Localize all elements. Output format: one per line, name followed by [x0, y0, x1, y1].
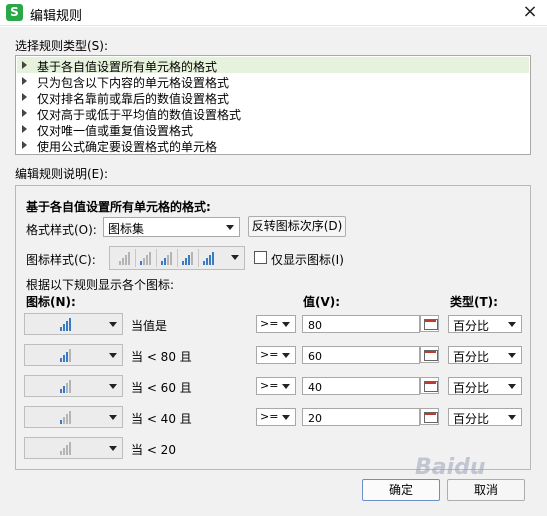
operator-select[interactable]: >=: [256, 346, 296, 364]
chevron-down-icon: [508, 322, 516, 327]
icon-select[interactable]: [24, 375, 123, 397]
icon-style-label: 图标样式(C):: [26, 253, 96, 267]
chevron-down-icon: [282, 353, 290, 358]
signal-bars-icon: [60, 411, 72, 424]
expand-arrow-icon: [22, 125, 27, 133]
cell-reference-icon[interactable]: [420, 346, 439, 363]
signal-bars-icon: [140, 252, 152, 265]
chevron-down-icon: [508, 384, 516, 389]
signal-bars-icon: [60, 349, 72, 362]
chevron-down-icon: [109, 384, 117, 389]
rule-type-item[interactable]: 仅对高于或低于平均值的数值设置格式: [17, 105, 529, 122]
show-icon-only-checkbox[interactable]: [254, 251, 267, 264]
condition-text: 当 < 20: [131, 443, 176, 457]
show-icon-only-label: 仅显示图标(I): [271, 253, 344, 267]
condition-text: 当 < 80 且: [131, 350, 192, 364]
type-select[interactable]: 百分比: [448, 346, 522, 364]
signal-bars-icon: [60, 442, 72, 455]
icon-select[interactable]: [24, 313, 123, 335]
watermark-logo: Baidu: [415, 455, 486, 480]
chevron-down-icon: [282, 384, 290, 389]
cell-reference-icon[interactable]: [420, 377, 439, 394]
expand-arrow-icon: [22, 109, 27, 117]
type-column-header: 类型(T):: [450, 295, 498, 309]
icon-column-header: 图标(N):: [26, 295, 76, 309]
chevron-down-icon: [231, 255, 239, 260]
value-input[interactable]: 40: [302, 377, 420, 395]
value-input[interactable]: 60: [302, 346, 420, 364]
signal-bars-icon: [60, 318, 72, 331]
icon-style-select[interactable]: [109, 246, 245, 270]
format-style-label: 格式样式(O):: [26, 223, 97, 237]
expand-arrow-icon: [22, 141, 27, 149]
type-select[interactable]: 百分比: [448, 408, 522, 426]
chevron-down-icon: [282, 415, 290, 420]
cell-reference-icon[interactable]: [420, 315, 439, 332]
type-select[interactable]: 百分比: [448, 315, 522, 333]
icon-select[interactable]: [24, 344, 123, 366]
condition-text: 当 < 60 且: [131, 381, 192, 395]
rule-heading: 基于各自值设置所有单元格的格式:: [26, 200, 211, 214]
title-bar: S 编辑规则 ×: [0, 0, 547, 26]
value-input[interactable]: 80: [302, 315, 420, 333]
rule-type-list[interactable]: 基于各自值设置所有单元格的格式 只为包含以下内容的单元格设置格式 仅对排名靠前或…: [15, 55, 531, 155]
condition-text: 当值是: [131, 319, 168, 333]
value-input[interactable]: 20: [302, 408, 420, 426]
expand-arrow-icon: [22, 61, 27, 69]
condition-text: 当 < 40 且: [131, 412, 192, 426]
signal-bars-icon: [60, 380, 72, 393]
signal-bars-icon: [119, 252, 131, 265]
reverse-icon-order-button[interactable]: 反转图标次序(D): [248, 216, 346, 237]
close-icon[interactable]: ×: [520, 2, 540, 22]
signal-bars-icon: [203, 252, 215, 265]
chevron-down-icon: [109, 322, 117, 327]
rule-type-item[interactable]: 基于各自值设置所有单元格的格式: [17, 57, 529, 74]
signal-bars-icon: [182, 252, 194, 265]
format-style-select[interactable]: 图标集: [103, 217, 240, 237]
rule-type-label: 选择规则类型(S):: [15, 39, 109, 53]
cancel-button[interactable]: 取消: [447, 479, 525, 501]
chevron-down-icon: [226, 225, 234, 230]
rule-type-item[interactable]: 只为包含以下内容的单元格设置格式: [17, 73, 529, 90]
chevron-down-icon: [508, 415, 516, 420]
operator-select[interactable]: >=: [256, 408, 296, 426]
cell-reference-icon[interactable]: [420, 408, 439, 425]
expand-arrow-icon: [22, 77, 27, 85]
window-title: 编辑规则: [30, 9, 83, 24]
rule-type-item[interactable]: 仅对排名靠前或靠后的数值设置格式: [17, 89, 529, 106]
rule-desc-label: 编辑规则说明(E):: [15, 167, 108, 181]
chevron-down-icon: [109, 415, 117, 420]
value-column-header: 值(V):: [303, 295, 341, 309]
rule-type-item[interactable]: 仅对唯一值或重复值设置格式: [17, 121, 529, 138]
rules-intro: 根据以下规则显示各个图标:: [26, 278, 175, 292]
signal-bars-icon: [161, 252, 173, 265]
operator-select[interactable]: >=: [256, 315, 296, 333]
type-select[interactable]: 百分比: [448, 377, 522, 395]
chevron-down-icon: [109, 353, 117, 358]
icon-select[interactable]: [24, 406, 123, 428]
chevron-down-icon: [109, 446, 117, 451]
rule-type-item[interactable]: 使用公式确定要设置格式的单元格: [17, 137, 529, 154]
app-logo-icon: S: [6, 4, 23, 21]
operator-select[interactable]: >=: [256, 377, 296, 395]
chevron-down-icon: [508, 353, 516, 358]
chevron-down-icon: [282, 322, 290, 327]
ok-button[interactable]: 确定: [362, 479, 440, 501]
expand-arrow-icon: [22, 93, 27, 101]
icon-select[interactable]: [24, 437, 123, 459]
